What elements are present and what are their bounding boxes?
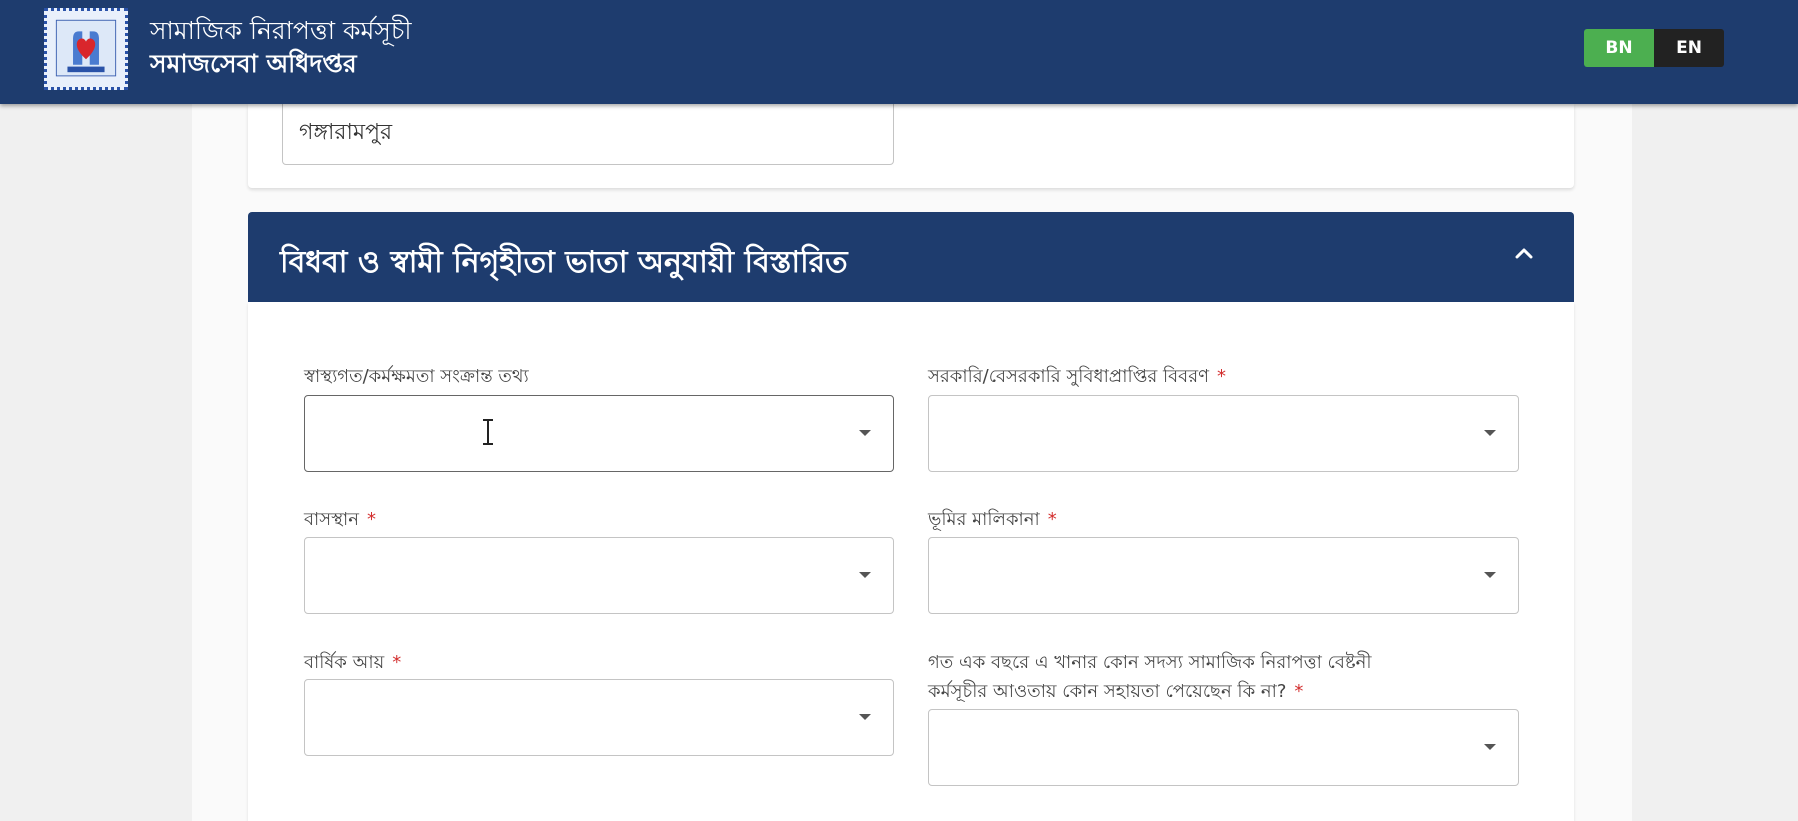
annual-income-label: বার্ষিক আয় * xyxy=(304,652,402,673)
residence-select[interactable] xyxy=(304,537,894,614)
language-toggle: BN EN xyxy=(1584,29,1724,67)
department-logo-icon xyxy=(44,8,128,90)
safety-net-label-line2: কর্মসূচীর আওতায় কোন সহায়তা পেয়েছেন কি… xyxy=(928,681,1304,702)
widow-allowance-section-header[interactable]: বিধবা ও স্বামী নিগৃহীতা ভাতা অনুযায়ী বি… xyxy=(248,212,1574,302)
dropdown-caret-icon xyxy=(1484,430,1496,436)
annual-income-select[interactable] xyxy=(304,679,894,756)
safety-net-label-line1: গত এক বছরে এ খানার কোন সদস্য সামাজিক নির… xyxy=(928,652,1372,673)
benefit-details-label: সরকারি/বেসরকারি সুবিধাপ্রাপ্তির বিবরণ * xyxy=(928,366,1226,387)
safety-net-assistance-select[interactable] xyxy=(928,709,1519,786)
lang-en-button[interactable]: EN xyxy=(1654,29,1724,67)
safety-net-assistance-label: গত এক বছরে এ খানার কোন সদস্য সামাজিক নির… xyxy=(928,648,1372,706)
residence-label: বাসস্থান * xyxy=(304,509,377,530)
health-info-select[interactable] xyxy=(304,395,894,472)
app-header: সামাজিক নিরাপত্তা কর্মসূচী সমাজসেবা অধিদ… xyxy=(0,0,1798,104)
program-title: সামাজিক নিরাপত্তা কর্মসূচী xyxy=(150,16,412,45)
chevron-up-icon[interactable] xyxy=(1512,242,1536,266)
upazila-field[interactable]: গঙ্গারামপুর xyxy=(282,98,894,165)
dropdown-caret-icon xyxy=(859,714,871,720)
department-title: সমাজসেবা অধিদপ্তর xyxy=(150,49,357,78)
dropdown-caret-icon xyxy=(859,430,871,436)
land-ownership-label: ভূমির মালিকানা * xyxy=(928,509,1057,530)
text-cursor-icon xyxy=(483,419,493,445)
health-info-label: স্বাস্থ্যগত/কর্মক্ষমতা সংক্রান্ত তথ্য xyxy=(304,366,529,387)
benefit-details-select[interactable] xyxy=(928,395,1519,472)
header-titles: সামাজিক নিরাপত্তা কর্মসূচী সমাজসেবা অধিদ… xyxy=(150,14,412,80)
dropdown-caret-icon xyxy=(1484,572,1496,578)
dropdown-caret-icon xyxy=(859,572,871,578)
dropdown-caret-icon xyxy=(1484,744,1496,750)
section-title: বিধবা ও স্বামী নিগৃহীতা ভাতা অনুযায়ী বি… xyxy=(280,245,848,280)
lang-bn-button[interactable]: BN xyxy=(1584,29,1654,67)
land-ownership-select[interactable] xyxy=(928,537,1519,614)
